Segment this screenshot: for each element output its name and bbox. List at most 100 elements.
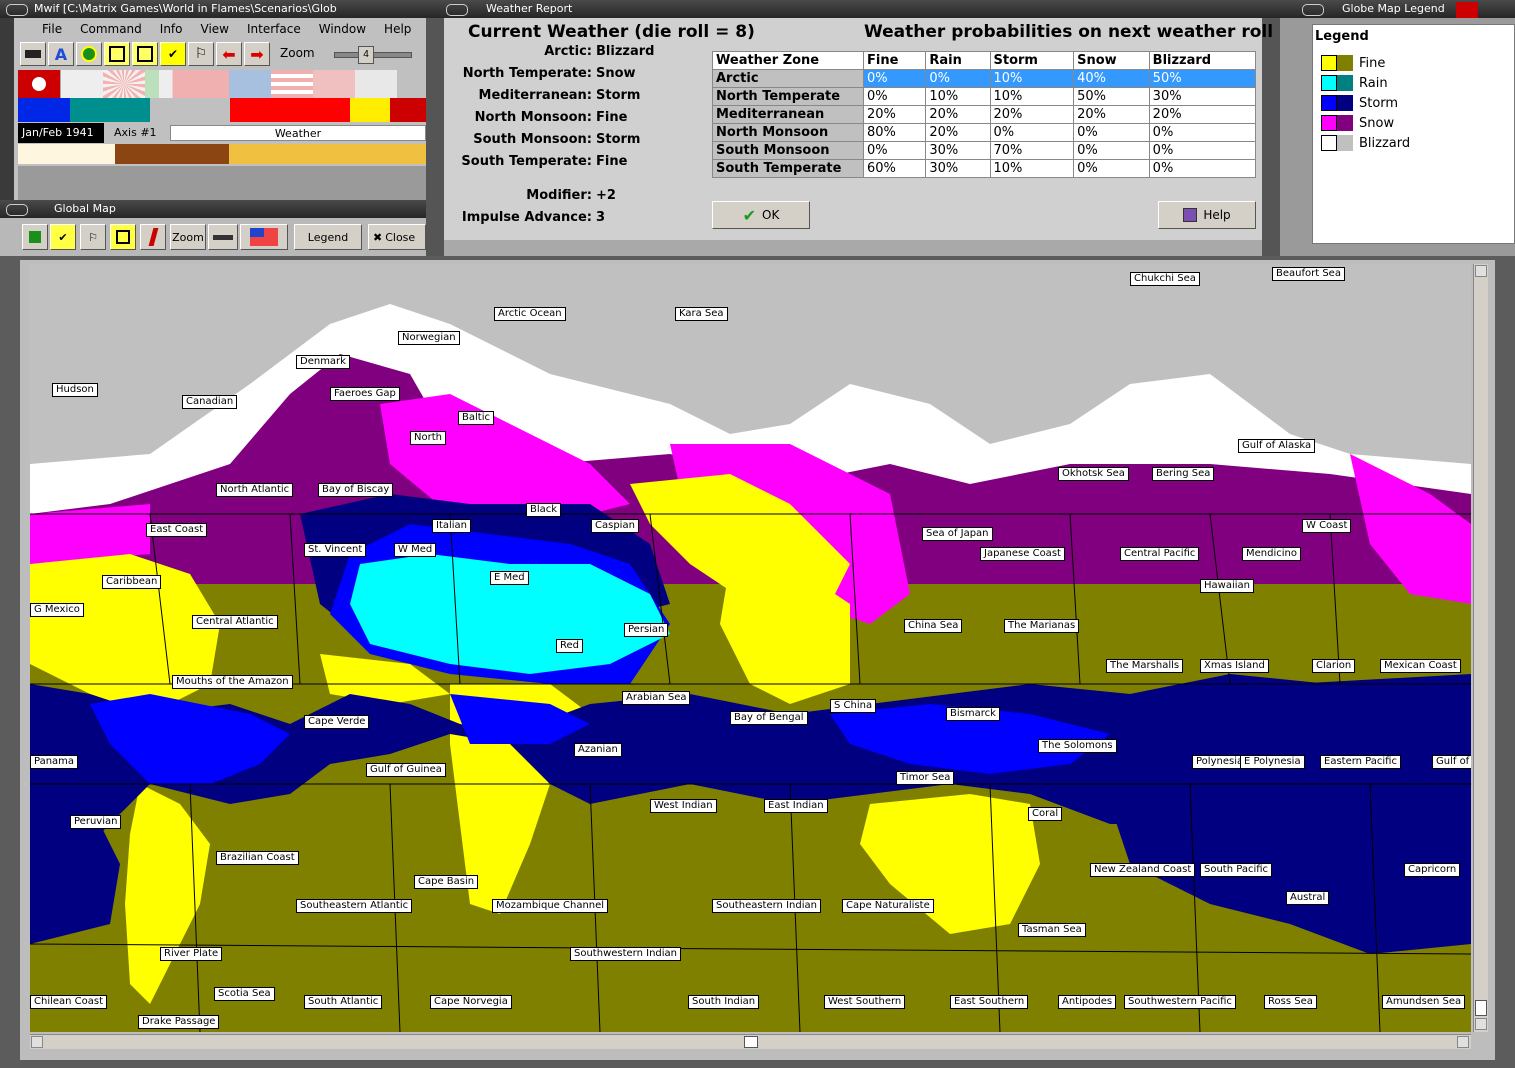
map-vertical-scrollbar[interactable] <box>1473 264 1488 1032</box>
sea-zone-label[interactable]: West Southern <box>824 995 906 1009</box>
sea-zone-label[interactable]: North Atlantic <box>216 483 294 497</box>
weather-tool-button[interactable]: ✔ <box>160 42 186 66</box>
menu-help[interactable]: Help <box>384 22 411 36</box>
sea-zone-label[interactable]: Chukchi Sea <box>1130 272 1200 286</box>
sea-zone-label[interactable]: Hudson <box>52 383 98 397</box>
sea-zone-label[interactable]: South Indian <box>688 995 760 1009</box>
sea-zone-label[interactable]: Gulf of Alaska <box>1238 439 1316 453</box>
table-row[interactable]: North Monsoon 80% 20% 0% 0% 0% <box>712 123 1257 142</box>
world-map[interactable]: Chukchi Sea Beaufort Sea Arctic Ocean Kara … <box>30 264 1471 1032</box>
sea-zone-label[interactable]: River Plate <box>160 947 223 961</box>
sea-zone-label[interactable]: The Marianas <box>1004 619 1080 633</box>
sea-zone-label[interactable]: Mozambique Channel <box>492 899 609 913</box>
menu-interface[interactable]: Interface <box>247 22 301 36</box>
sea-zone-label[interactable]: The Marshalls <box>1106 659 1184 673</box>
sea-zone-label[interactable]: South Atlantic <box>304 995 383 1009</box>
sea-zone-label[interactable]: Southwestern Indian <box>570 947 682 961</box>
sea-zone-label[interactable]: Mexican Coast <box>1380 659 1461 673</box>
sea-zone-label[interactable]: East Indian <box>764 799 828 813</box>
flag-tool-button[interactable]: ⚐ <box>188 42 214 66</box>
table-row[interactable]: South Monsoon 0% 30% 70% 0% 0% <box>712 141 1257 160</box>
sea-zone-label[interactable]: Italian <box>432 519 472 533</box>
hex-tool-button[interactable] <box>76 42 102 66</box>
sea-zone-label[interactable]: Polynesia <box>1192 755 1248 769</box>
sea-zone-label[interactable]: Chilean Coast <box>30 995 108 1009</box>
sea-zone-label[interactable]: Kara Sea <box>675 307 728 321</box>
legend-button[interactable]: Legend <box>294 224 362 250</box>
sea-zone-label[interactable]: Southeastern Indian <box>712 899 821 913</box>
menu-file[interactable]: File <box>42 22 62 36</box>
sea-zone-label[interactable]: Canadian <box>182 395 238 409</box>
flag-uk[interactable] <box>229 70 271 98</box>
sea-zone-label[interactable]: East Coast <box>146 523 208 537</box>
step-field[interactable]: Weather <box>170 125 426 141</box>
zoom-slider-thumb[interactable]: 4 <box>358 46 374 64</box>
sea-zone-label[interactable]: St. Vincent <box>304 543 367 557</box>
sea-zone-label[interactable]: Bay of Biscay <box>318 483 394 497</box>
sea-zone-label[interactable]: Central Pacific <box>1120 547 1200 561</box>
sea-zone-label[interactable]: S China <box>830 699 877 713</box>
flag-vichy[interactable] <box>60 70 103 98</box>
horizontal-scroll-thumb[interactable] <box>744 1036 758 1048</box>
sea-zone-label[interactable]: Peruvian <box>70 815 122 829</box>
table-row[interactable]: Mediterranean 20% 20% 20% 20% 20% <box>712 105 1257 124</box>
land-unit-tool-button[interactable] <box>20 42 46 66</box>
sea-zone-label[interactable]: Cape Verde <box>304 715 370 729</box>
sea-zone-label[interactable]: W Med <box>394 543 437 557</box>
sea-zone-label[interactable]: Okhotsk Sea <box>1058 467 1129 481</box>
sea-zone-label[interactable]: Gulf of Guinea <box>366 763 446 777</box>
menu-view[interactable]: View <box>201 22 229 36</box>
sea-zone-label[interactable]: Faeroes Gap <box>330 387 400 401</box>
sea-zone-label[interactable]: Eastern Pacific <box>1320 755 1401 769</box>
sea-zone-label[interactable]: South Pacific <box>1200 863 1273 877</box>
scroll-up-arrow-icon[interactable] <box>1475 265 1487 277</box>
menu-command[interactable]: Command <box>80 22 142 36</box>
sea-zone-label[interactable]: Central Atlantic <box>192 615 278 629</box>
legend-titlebar[interactable]: Globe Map Legend <box>1280 0 1515 18</box>
sea-zone-label[interactable]: Bering Sea <box>1152 467 1215 481</box>
sea-zone-label[interactable]: Clarion <box>1312 659 1356 673</box>
sea-zone-label[interactable]: Amundsen Sea <box>1382 995 1466 1009</box>
ships-view-button[interactable] <box>208 224 238 250</box>
sea-zone-label[interactable]: Coral <box>1028 807 1063 821</box>
sea-zone-label[interactable]: Xmas Island <box>1200 659 1269 673</box>
menu-info[interactable]: Info <box>160 22 183 36</box>
air-tool-button[interactable]: A <box>48 42 74 66</box>
rail-view-button[interactable] <box>140 224 166 250</box>
table-row[interactable]: Arctic 0% 0% 10% 40% 50% <box>712 69 1257 88</box>
flag-usa[interactable] <box>271 70 313 98</box>
china-flag-button[interactable] <box>240 224 288 250</box>
sea-zone-label[interactable]: Drake Passage <box>138 1015 220 1029</box>
menu-window[interactable]: Window <box>319 22 366 36</box>
sea-zone-label[interactable]: Timor Sea <box>896 771 955 785</box>
sea-zone-label[interactable]: Scotia Sea <box>214 987 275 1001</box>
sea-zone-label[interactable]: Capricorn <box>1404 863 1461 877</box>
flag-china[interactable] <box>187 70 229 98</box>
sea-zone-label[interactable]: Azanian <box>574 743 622 757</box>
sea-zone-label[interactable]: Mouths of the Amazon <box>172 675 293 689</box>
sea-zone-label[interactable]: Hawaiian <box>1200 579 1254 593</box>
sea-zone-label[interactable]: Japanese Coast <box>980 547 1065 561</box>
sea-zone-label[interactable]: Cape Basin <box>414 875 479 889</box>
sea-zone-label[interactable]: North <box>410 431 446 445</box>
sea-zone-label[interactable]: Brazilian Coast <box>216 851 299 865</box>
sea-zone-label[interactable]: Southeastern Atlantic <box>296 899 413 913</box>
scroll-left-arrow-icon[interactable] <box>31 1036 43 1048</box>
sea-zone-label[interactable]: E Med <box>490 571 529 585</box>
sea-zone-label[interactable]: Panama <box>30 755 79 769</box>
flag-italy[interactable] <box>145 70 187 98</box>
weather-report-titlebar[interactable]: Weather Report <box>426 0 1280 18</box>
sea-zone-label[interactable]: G Mexico <box>30 603 84 617</box>
scroll-down-arrow-icon[interactable] <box>1475 1018 1487 1030</box>
sea-zone-label[interactable]: The Solomons <box>1038 739 1117 753</box>
scroll-right-arrow-icon[interactable] <box>1457 1036 1469 1048</box>
flag-japan[interactable] <box>103 70 145 98</box>
sea-zone-label[interactable]: Bismarck <box>946 707 1000 721</box>
flag-ussr[interactable] <box>313 70 355 98</box>
sea-zone-label[interactable]: Sea of Japan <box>922 527 993 541</box>
sea-zone-label[interactable]: Southwestern Pacific <box>1124 995 1236 1009</box>
flag-neutral[interactable] <box>355 70 397 98</box>
hq-tool-button[interactable] <box>104 42 130 66</box>
sea-zone-label[interactable]: Austral <box>1286 891 1330 905</box>
sea-zone-label[interactable]: Caribbean <box>102 575 162 589</box>
